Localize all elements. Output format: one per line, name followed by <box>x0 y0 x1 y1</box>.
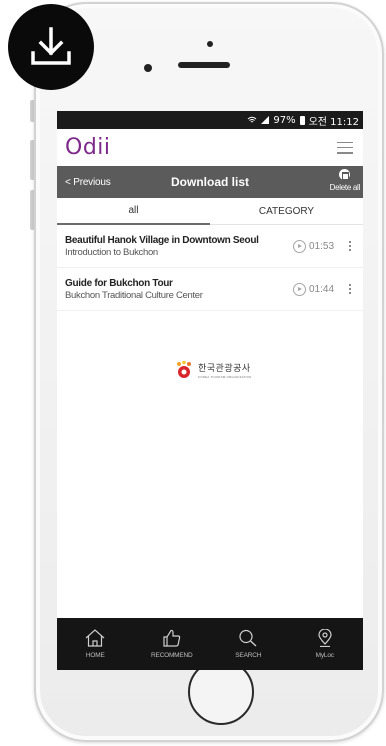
sponsor-logo: 한국관광공사 KOREA TOURISM ORGANIZATION <box>174 360 252 380</box>
bottom-nav-myloc[interactable]: MyLoc <box>290 629 360 659</box>
bottom-nav-search[interactable]: SEARCH <box>213 629 283 659</box>
delete-all-button[interactable]: Delete all <box>330 169 360 192</box>
download-item[interactable]: Beautiful Hanok Village in Downtown Seou… <box>57 225 363 268</box>
download-item-title: Guide for Bukchon Tour <box>65 277 173 289</box>
status-bar: 97% 오전 11:12 <box>57 111 363 129</box>
app-screen: 97% 오전 11:12 Odii < Previous Download li… <box>57 111 363 670</box>
sponsor-name: 한국관광공사 KOREA TOURISM ORGANIZATION <box>198 361 252 379</box>
download-item-title: Beautiful Hanok Village in Downtown Seou… <box>65 234 259 246</box>
bottom-nav-recommend[interactable]: RECOMMEND <box>137 629 207 659</box>
download-item[interactable]: Guide for Bukchon Tour Bukchon Tradition… <box>57 268 363 311</box>
download-item-text: Guide for Bukchon Tour Bukchon Tradition… <box>65 278 293 301</box>
bottom-nav-home[interactable]: HOME <box>60 629 130 659</box>
trash-icon <box>339 169 351 180</box>
proximity-sensor <box>207 41 213 47</box>
bottom-nav-myloc-label: MyLoc <box>315 652 334 659</box>
bottom-nav: HOME RECOMMEND SEARCH MyLoc <box>57 618 363 670</box>
previous-button[interactable]: < Previous <box>65 177 111 188</box>
home-icon <box>85 629 105 647</box>
signal-icon <box>261 116 270 124</box>
status-time: 오전 11:12 <box>308 116 359 128</box>
more-options-icon[interactable] <box>345 241 355 251</box>
tab-category[interactable]: CATEGORY <box>210 198 363 224</box>
kto-emblem-icon <box>177 360 191 378</box>
app-logo[interactable]: Odii <box>65 135 111 160</box>
download-item-duration: 01:53 <box>309 240 335 252</box>
earpiece-speaker <box>178 62 230 68</box>
download-badge <box>8 4 94 90</box>
download-item-subtitle: Bukchon Traditional Culture Center <box>65 289 203 301</box>
delete-all-label: Delete all <box>329 183 361 192</box>
app-header: Odii <box>57 129 363 166</box>
download-icon <box>31 27 71 65</box>
tab-all[interactable]: all <box>57 198 210 225</box>
bottom-nav-search-label: SEARCH <box>235 652 262 659</box>
more-options-icon[interactable] <box>345 284 355 294</box>
download-item-duration: 01:44 <box>309 283 335 295</box>
bottom-nav-home-label: HOME <box>85 652 105 659</box>
sponsor-name-en: KOREA TOURISM ORGANIZATION <box>198 375 252 379</box>
download-item-subtitle: Introduction to Bukchon <box>65 246 158 258</box>
menu-icon[interactable] <box>337 141 353 154</box>
download-item-text: Beautiful Hanok Village in Downtown Seou… <box>65 235 293 258</box>
thumbs-up-icon <box>163 629 180 647</box>
navigation-bar: < Previous Download list Delete all <box>57 166 363 198</box>
bottom-nav-recommend-label: RECOMMEND <box>150 652 193 659</box>
tab-bar: all CATEGORY <box>57 198 363 225</box>
sponsor-name-ko: 한국관광공사 <box>198 364 251 374</box>
wifi-icon <box>248 116 257 123</box>
location-pin-icon <box>318 629 332 647</box>
battery-icon <box>299 115 305 125</box>
play-icon[interactable] <box>293 239 306 253</box>
front-camera <box>144 64 152 72</box>
battery-percent: 97% <box>273 114 296 126</box>
play-icon[interactable] <box>293 282 306 296</box>
search-icon <box>239 629 257 647</box>
